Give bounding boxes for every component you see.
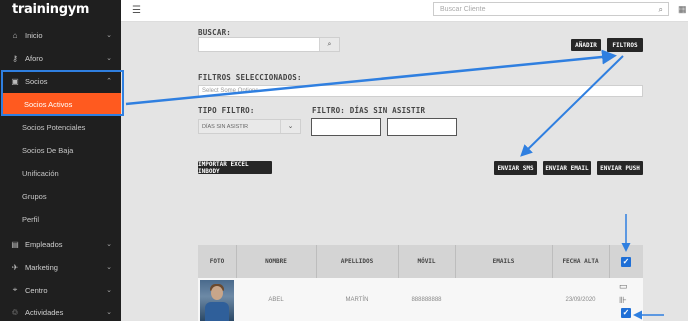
sidebar-item-label: Empleados: [25, 239, 63, 249]
sidebar-item-marketing[interactable]: ✈ Marketing ⌄: [0, 256, 121, 278]
chevron-down-icon: ⌄: [106, 32, 112, 39]
search-icon[interactable]: ⌕: [659, 3, 663, 16]
sidebar-item-label: Aforo: [25, 53, 43, 63]
location-pin-icon: ⌖: [12, 285, 18, 294]
sidebar-subitem-socios-potenciales[interactable]: Socios Potenciales: [0, 116, 121, 138]
sidebar-subitem-socios-de-baja[interactable]: Socios De Baja: [0, 139, 121, 161]
members-table-header: FOTO NOMBRE APELLIDOS MÓVIL EMAILS FECHA…: [198, 245, 643, 278]
cell-apellidos: MARTÍN: [345, 296, 369, 303]
sidebar-subitem-unificacion[interactable]: Unificación: [0, 162, 121, 184]
tipo-filtro-value: DÍAS SIN ASISTIR: [202, 124, 249, 130]
enviar-email-button[interactable]: ENVIAR EMAIL: [543, 161, 591, 175]
filtros-button[interactable]: FILTROS: [607, 38, 643, 52]
col-header-movil[interactable]: MÓVIL: [398, 245, 455, 278]
col-header-fecha-alta[interactable]: FECHA ALTA: [552, 245, 609, 278]
avatar-body: [205, 302, 229, 321]
megaphone-icon: ✈: [11, 262, 19, 272]
table-row[interactable]: ABEL MARTÍN 888888888 23/09/2020 ▭ ⊪ ✓: [198, 278, 643, 321]
importar-excel-inbody-button[interactable]: IMPORTAR EXCEL INBODY: [198, 161, 272, 175]
col-header-emails[interactable]: EMAILS: [455, 245, 552, 278]
sidebar-item-label: Actividades: [25, 307, 64, 317]
sidebar: trainingym ⌂ Inicio ⌄ ⚷ Aforo ⌄ ▣ Socios…: [0, 0, 121, 321]
dias-from-input[interactable]: [311, 118, 381, 136]
notebook-icon[interactable]: ▭: [619, 281, 628, 292]
row-select-checkbox[interactable]: ✓: [621, 308, 631, 318]
sidebar-item-inicio[interactable]: ⌂ Inicio ⌄: [0, 24, 121, 46]
buscar-input[interactable]: ⌕: [198, 37, 340, 52]
col-header-apellidos[interactable]: APELLIDOS: [316, 245, 398, 278]
calendar-icon[interactable]: ▦: [678, 4, 687, 15]
tipo-filtro-select[interactable]: DÍAS SIN ASISTIR ⌄: [198, 119, 301, 134]
chevron-down-icon: ⌄: [106, 241, 112, 248]
enviar-sms-button[interactable]: ENVIAR SMS: [494, 161, 537, 175]
cell-fecha-alta: 23/09/2020: [565, 296, 596, 303]
hamburger-menu-icon[interactable]: ☰: [132, 5, 141, 16]
cell-movil: 888888888: [411, 296, 442, 303]
key-icon: ⚷: [12, 53, 18, 63]
filtros-seleccionados-label: FILTROS SELECCIONADOS:: [198, 73, 302, 82]
arrow-to-enviar-sms: [520, 55, 624, 157]
col-header-nombre[interactable]: NOMBRE: [236, 245, 316, 278]
sidebar-item-empleados[interactable]: ▤ Empleados ⌄: [0, 233, 121, 255]
column-divider: [609, 245, 610, 278]
anadir-button[interactable]: AÑADIR: [571, 39, 601, 51]
sidebar-item-centro[interactable]: ⌖ Centro ⌄: [0, 279, 121, 301]
avatar: [200, 280, 234, 321]
col-header-foto[interactable]: FOTO: [198, 245, 236, 278]
buscar-label: BUSCAR:: [198, 28, 232, 37]
sidebar-item-label: Marketing: [25, 262, 58, 272]
dias-sin-asistir-label: FILTRO: DÍAS SIN ASISTIR: [312, 106, 426, 115]
employees-icon: ▤: [11, 239, 19, 249]
chevron-down-icon: ⌄: [106, 55, 112, 62]
cell-nombre: ABEL: [268, 296, 284, 303]
filtros-seleccionados-placeholder: Select Some Options: [202, 88, 259, 94]
chevron-down-icon: ⌄: [106, 287, 112, 294]
sidebar-item-label: Centro: [25, 285, 48, 295]
client-search-placeholder: Buscar Cliente: [440, 6, 486, 13]
sidebar-subitem-grupos[interactable]: Grupos: [0, 185, 121, 207]
socios-highlight-annotation: [1, 70, 124, 116]
client-search-input[interactable]: Buscar Cliente ⌕: [433, 2, 669, 16]
sidebar-item-actividades[interactable]: ♲ Actividades ⌄: [0, 301, 121, 321]
app-logo: trainingym: [12, 2, 90, 17]
sidebar-item-aforo[interactable]: ⚷ Aforo ⌄: [0, 47, 121, 69]
chevron-down-icon: ⌄: [106, 309, 112, 316]
chevron-down-icon: ⌄: [280, 120, 300, 133]
enviar-push-button[interactable]: ENVIAR PUSH: [597, 161, 643, 175]
select-all-checkbox[interactable]: ✓: [621, 257, 631, 267]
activities-icon: ♲: [11, 307, 19, 317]
sidebar-item-label: Inicio: [25, 30, 43, 40]
top-bar: ☰ Buscar Cliente ⌕ ▦: [121, 0, 688, 22]
dias-to-input[interactable]: [387, 118, 457, 136]
home-icon: ⌂: [12, 30, 18, 40]
tipo-filtro-label: TIPO FILTRO:: [198, 106, 255, 115]
avatar-head: [211, 286, 223, 300]
dumbbell-icon[interactable]: ⊪: [619, 295, 627, 306]
filtros-seleccionados-input[interactable]: Select Some Options: [198, 85, 643, 97]
cell-emails: [455, 278, 552, 321]
search-icon[interactable]: ⌕: [319, 38, 339, 51]
sidebar-subitem-perfil[interactable]: Perfil: [0, 208, 121, 230]
chevron-down-icon: ⌄: [106, 264, 112, 271]
